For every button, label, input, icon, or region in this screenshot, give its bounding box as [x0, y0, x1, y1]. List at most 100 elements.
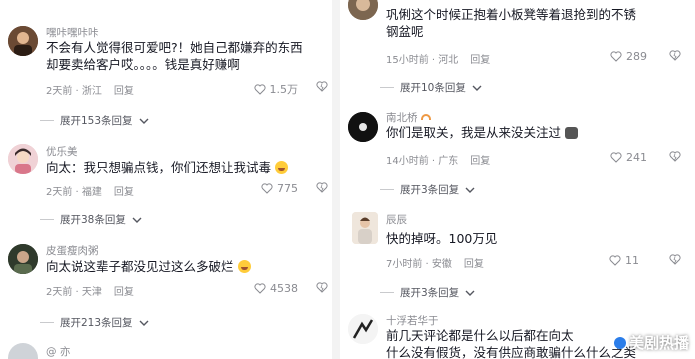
- dislike-button[interactable]: [669, 50, 681, 61]
- laughing-emoji-icon: [275, 161, 288, 174]
- like-button[interactable]: 289: [610, 50, 647, 63]
- laughing-emoji-icon: [237, 260, 251, 273]
- cat-emoji-icon: [565, 127, 578, 139]
- reply-button[interactable]: 回复: [114, 187, 134, 198]
- avatar[interactable]: [8, 244, 38, 274]
- comment-time-location: 2天前 · 浙江: [46, 86, 102, 97]
- broken-heart-outline-icon: [669, 254, 681, 265]
- comment-text-line: 巩俐这个时候正抱着小板凳等着退抢到的不锈: [386, 7, 637, 22]
- expand-replies-button[interactable]: 展开3条回复: [380, 285, 475, 300]
- reply-button[interactable]: 回复: [470, 156, 490, 167]
- avatar[interactable]: [348, 112, 378, 142]
- like-button[interactable]: 11: [609, 254, 639, 267]
- comment-username[interactable]: 南北桥: [386, 110, 431, 125]
- comment-text-line: 向太说这辈子都没见过这么多破烂: [46, 258, 251, 275]
- chevron-down-icon: [139, 320, 149, 326]
- divider: [380, 292, 394, 293]
- comment-meta: 2天前 · 浙江 回复: [46, 82, 134, 97]
- comment-text: 前几天评论都是什么以后都在向太 什么没有假货，没有供应商敢骗什么什么之类: [386, 327, 636, 359]
- expand-replies-button[interactable]: 展开213条回复: [40, 315, 149, 330]
- chevron-down-icon: [465, 187, 475, 193]
- divider: [40, 120, 54, 121]
- expand-replies-button[interactable]: 展开153条回复: [40, 113, 149, 128]
- comment-text-content: 你们是取关，我是从来没关注过: [386, 125, 562, 140]
- avatar[interactable]: [348, 314, 378, 344]
- heart-outline-icon: [253, 83, 266, 95]
- like-button[interactable]: 241: [610, 151, 647, 164]
- like-button[interactable]: 775: [261, 182, 298, 195]
- comment-time-location: 7小时前 · 安徽: [386, 259, 452, 270]
- comment-text: 向太说这辈子都没见过这么多破烂: [46, 258, 251, 275]
- heart-outline-icon: [609, 255, 621, 266]
- comment-item: 嘿咔嘿咔咔 不会有人觉得很可爱吧?！她自己都嫌弃的东西 却要卖给客户哎。。。。钱…: [0, 0, 332, 97]
- chevron-down-icon: [465, 290, 475, 296]
- dislike-button[interactable]: [316, 182, 328, 193]
- comment-meta: 2天前 · 天津 回复: [46, 283, 134, 298]
- broken-heart-outline-icon: [316, 81, 328, 92]
- like-count: 241: [626, 151, 647, 164]
- reply-button[interactable]: 回复: [114, 86, 134, 97]
- comment-username[interactable]: 优乐美: [46, 144, 78, 159]
- watermark: 美剧热播: [613, 332, 689, 353]
- avatar[interactable]: [8, 144, 38, 174]
- dislike-button[interactable]: [316, 81, 328, 92]
- comment-text: 你们是取关，我是从来没关注过: [386, 124, 578, 141]
- comment-username[interactable]: 辰辰: [386, 212, 407, 227]
- reply-button[interactable]: 回复: [114, 287, 134, 298]
- broken-heart-outline-icon: [669, 151, 681, 162]
- reply-button[interactable]: 回复: [470, 55, 490, 66]
- broken-heart-outline-icon: [316, 282, 328, 293]
- comment-text: 快的掉呀。100万见: [386, 230, 497, 247]
- like-count: 4538: [270, 282, 298, 295]
- comment-text-line: 向太：我只想骗点钱，你们还想让我试毒: [46, 159, 288, 176]
- comment-time-location: 14小时前 · 广东: [386, 156, 459, 167]
- comment-username[interactable]: 嘿咔嘿咔咔: [46, 25, 99, 40]
- comment-text-line: 什么没有假货，没有供应商敢骗什么什么之类: [386, 345, 637, 359]
- like-count: 775: [277, 182, 298, 195]
- comment-item: 皮蛋瘦肉粥 向太说这辈子都没见过这么多破烂 2天前 · 天津 回复 4538: [0, 238, 332, 300]
- comment-username[interactable]: 皮蛋瘦肉粥: [46, 243, 99, 258]
- expand-replies-button[interactable]: 展开3条回复: [380, 182, 475, 197]
- comment-list-right: 巩俐这个时候正抱着小板凳等着退抢到的不锈 钢盆呢 15小时前 · 河北 回复 28…: [340, 0, 695, 359]
- avatar[interactable]: [8, 26, 38, 56]
- dislike-button[interactable]: [316, 282, 328, 293]
- like-button[interactable]: 1.5万: [253, 81, 298, 97]
- expand-replies-button[interactable]: 展开38条回复: [40, 212, 142, 227]
- comment-text-line: 钢盆呢: [386, 24, 424, 39]
- comment-time-location: 15小时前 · 河北: [386, 55, 459, 66]
- comment-username[interactable]: @ 亦: [46, 344, 70, 359]
- comment-meta: 2天前 · 福建 回复: [46, 183, 134, 198]
- avatar[interactable]: [8, 343, 38, 359]
- dislike-button[interactable]: [669, 254, 681, 265]
- avatar[interactable]: [348, 0, 378, 20]
- comment-meta: 15小时前 · 河北 回复: [386, 51, 490, 66]
- comment-item: 辰辰 快的掉呀。100万见 7小时前 · 安徽 回复 11: [340, 208, 695, 270]
- comment-item: 南北桥 你们是取关，我是从来没关注过 14小时前 · 广东 回复 241: [340, 106, 695, 170]
- watermark-logo-icon: [613, 337, 626, 349]
- chevron-down-icon: [139, 118, 149, 124]
- expand-replies-label: 展开38条回复: [60, 214, 126, 226]
- watermark-text: 美剧热播: [628, 334, 689, 352]
- comment-item: 巩俐这个时候正抱着小板凳等着退抢到的不锈 钢盆呢 15小时前 · 河北 回复 28…: [340, 0, 695, 68]
- comment-text-line: 不会有人觉得很可爱吧?！她自己都嫌弃的东西: [46, 40, 303, 55]
- like-button[interactable]: 4538: [254, 282, 298, 295]
- like-count: 289: [626, 50, 647, 63]
- broken-heart-outline-icon: [669, 50, 681, 61]
- chevron-down-icon: [472, 85, 482, 91]
- reply-button[interactable]: 回复: [464, 259, 484, 270]
- comment-username[interactable]: 十浮若华于: [386, 313, 439, 328]
- expand-replies-label: 展开213条回复: [60, 317, 133, 329]
- expand-replies-label: 展开10条回复: [400, 82, 466, 94]
- divider: [380, 189, 394, 190]
- comment-text-content: 向太：我只想骗点钱，你们还想让我试毒: [46, 160, 272, 175]
- divider: [40, 219, 54, 220]
- dislike-button[interactable]: [669, 151, 681, 162]
- expand-replies-button[interactable]: 展开10条回复: [380, 80, 482, 95]
- avatar[interactable]: [352, 212, 378, 244]
- comment-time-location: 2天前 · 天津: [46, 287, 102, 298]
- comment-text: 向太：我只想骗点钱，你们还想让我试毒: [46, 159, 288, 176]
- rainbow-icon: [420, 114, 431, 120]
- expand-replies-label: 展开3条回复: [400, 287, 460, 299]
- divider: [40, 322, 54, 323]
- heart-outline-icon: [261, 183, 273, 194]
